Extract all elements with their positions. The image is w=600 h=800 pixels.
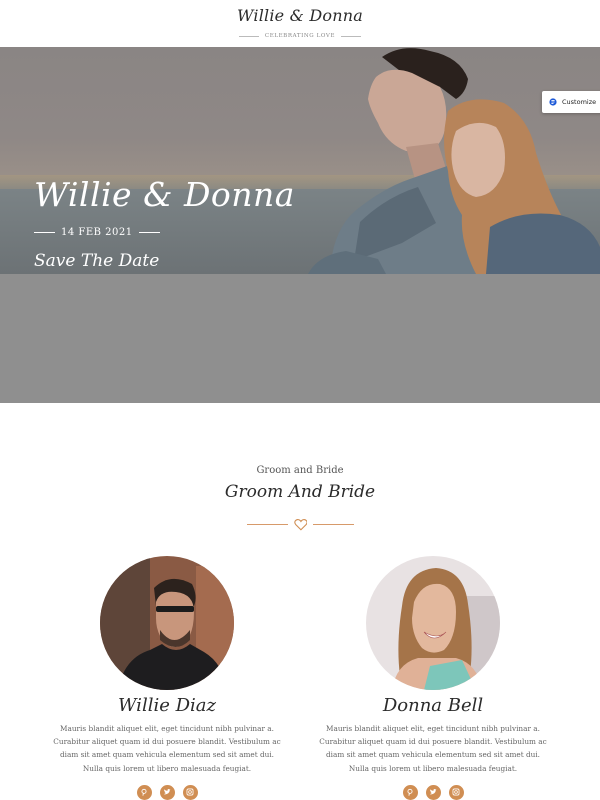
section-title: Groom And Bride (224, 482, 376, 502)
hero-date: 14 FEB 2021 (61, 227, 133, 238)
groom-instagram-button[interactable] (182, 784, 198, 800)
bride-card: Donna Bell Mauris blandit aliquet elit, … (313, 556, 553, 800)
bride-name: Donna Bell (382, 695, 484, 716)
customize-icon (549, 98, 557, 106)
groom-card: Willie Diaz Mauris blandit aliquet elit,… (47, 556, 287, 800)
bride-social-links (313, 784, 553, 800)
bride-avatar-image (366, 556, 500, 690)
bride-pinterest-button[interactable] (402, 784, 418, 800)
hero-date-line-right (138, 232, 160, 233)
groom-bio: Mauris blandit aliquet elit, eget tincid… (53, 724, 281, 773)
site-tagline: CELEBRATING LOVE (0, 31, 600, 41)
twitter-icon (429, 789, 437, 795)
groom-pinterest-button[interactable] (136, 784, 152, 800)
instagram-icon (452, 788, 460, 796)
instagram-icon (186, 788, 194, 796)
divider-line-right (313, 523, 355, 525)
bride-instagram-button[interactable] (448, 784, 464, 800)
tagline-line-left (238, 35, 259, 37)
bride-photo (366, 556, 500, 690)
groom-name: Willie Diaz (118, 695, 216, 716)
groom-photo (100, 556, 234, 690)
heart-icon (293, 518, 308, 531)
pinterest-icon (407, 789, 413, 797)
hero-save-the-date: Save The Date (34, 251, 160, 271)
tagline-line-right (341, 35, 362, 37)
pinterest-icon (141, 789, 147, 797)
bride-twitter-button[interactable] (425, 784, 441, 800)
site-header: Willie & Donna CELEBRATING LOVE (0, 0, 600, 47)
section-divider (247, 516, 355, 532)
customize-label: Customize (562, 98, 597, 106)
section-kicker: Groom and Bride (256, 465, 344, 476)
couple-photo (308, 48, 600, 274)
groom-social-links (47, 784, 287, 800)
customize-button[interactable]: Customize (542, 91, 600, 113)
hero-title: Willie & Donna (34, 175, 295, 214)
hero-date-line-left (34, 232, 55, 233)
hero-placeholder-band (0, 274, 600, 403)
divider-line-left (247, 523, 288, 525)
hero-date-row: 14 FEB 2021 (34, 227, 160, 238)
groom-twitter-button[interactable] (159, 784, 175, 800)
hero-banner: Willie & Donna 14 FEB 2021 Save The Date (0, 47, 600, 274)
site-tagline-text: CELEBRATING LOVE (264, 33, 336, 39)
groom-avatar-image (100, 556, 234, 690)
bride-bio: Mauris blandit aliquet elit, eget tincid… (319, 724, 547, 773)
site-logo-title[interactable]: Willie & Donna (0, 6, 600, 25)
twitter-icon (163, 789, 171, 795)
